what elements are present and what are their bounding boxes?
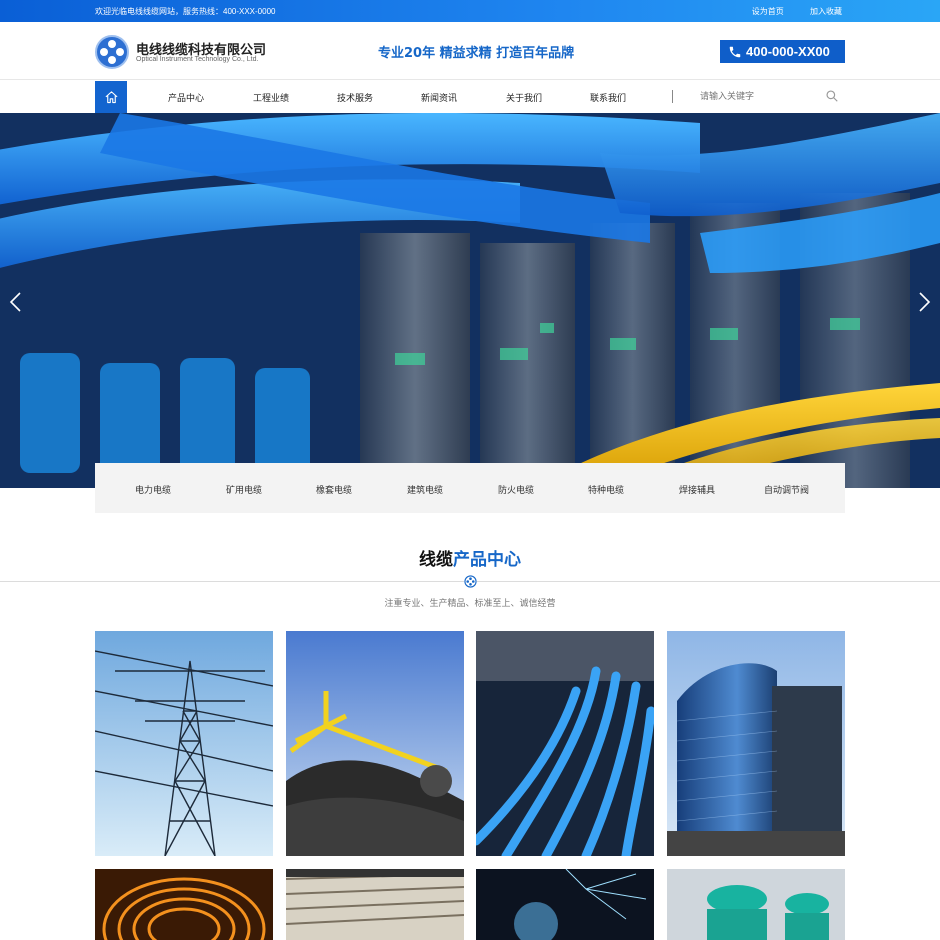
product-card[interactable] — [476, 869, 654, 940]
top-links: 设为首页 加入收藏 — [728, 6, 842, 17]
product-card[interactable] — [476, 631, 654, 856]
brand-english-name: Optical Instrument Technology Co., Ltd. — [136, 56, 259, 63]
set-home-link[interactable]: 设为首页 — [752, 7, 784, 16]
product-card[interactable] — [95, 631, 273, 856]
product-card[interactable] — [667, 631, 845, 856]
home-button[interactable] — [95, 81, 127, 113]
main-nav: 产品中心 工程业绩 技术服务 新闻资讯 关于我们 联系我们 — [0, 81, 940, 113]
product-card[interactable] — [95, 869, 273, 940]
product-image-welding — [476, 869, 654, 940]
welcome-text: 欢迎光临电线线缆网站，服务热线：400-XXX-0000 — [95, 7, 276, 16]
search-icon[interactable] — [825, 89, 839, 103]
hero-banner — [0, 113, 940, 488]
add-favorite-link[interactable]: 加入收藏 — [810, 7, 842, 16]
category-fireproof-cable[interactable]: 防火电缆 — [498, 483, 534, 496]
section-title-prefix: 线缆 — [419, 550, 453, 570]
chevron-right-icon[interactable] — [916, 291, 932, 313]
product-image-valves — [667, 869, 845, 940]
product-image-building — [667, 631, 845, 856]
category-special-cable[interactable]: 特种电缆 — [588, 483, 624, 496]
banner-image — [0, 113, 940, 488]
section-subtitle: 注重专业、生产精品、标准至上、诚信经营 — [384, 598, 556, 608]
top-bar: 欢迎光临电线线缆网站，服务热线：400-XXX-0000 设为首页 加入收藏 — [0, 0, 940, 22]
category-building-cable[interactable]: 建筑电缆 — [407, 483, 443, 496]
product-image-power-tower — [95, 631, 273, 856]
search-input[interactable] — [700, 91, 820, 101]
section-title: 线缆产品中心 — [0, 545, 940, 570]
product-image-copper-coil — [95, 869, 273, 940]
phone-icon — [729, 46, 741, 57]
nav-item-contact[interactable]: 联系我们 — [590, 91, 626, 104]
nav-item-projects[interactable]: 工程业绩 — [253, 91, 289, 104]
nav-item-services[interactable]: 技术服务 — [337, 91, 373, 104]
product-image-ceiling — [286, 869, 464, 940]
nav-item-products[interactable]: 产品中心 — [168, 91, 204, 104]
category-welding-tools[interactable]: 焊接辅具 — [679, 483, 715, 496]
category-power-cable[interactable]: 电力电缆 — [135, 483, 171, 496]
site-header: 电线线缆科技有限公司 Optical Instrument Technology… — [0, 22, 940, 80]
cable-reel-icon[interactable] — [95, 35, 129, 69]
product-image-network-cables — [476, 631, 654, 856]
slogan: 专业20年 精益求精 打造百年品牌 — [378, 46, 575, 61]
cable-reel-icon — [464, 575, 477, 588]
product-card[interactable] — [667, 869, 845, 940]
category-mining-cable[interactable]: 矿用电缆 — [226, 483, 262, 496]
category-control-valve[interactable]: 自动调节阀 — [764, 483, 809, 496]
hotline-number: 400-000-XX00 — [746, 44, 830, 59]
nav-divider — [672, 90, 673, 103]
product-card[interactable] — [286, 631, 464, 856]
home-icon — [105, 90, 117, 103]
product-image-mining — [286, 631, 464, 856]
category-rubber-cable[interactable]: 橡套电缆 — [316, 483, 352, 496]
category-strip: 电力电缆 矿用电缆 橡套电缆 建筑电缆 防火电缆 特种电缆 焊接辅具 自动调节阀 — [95, 463, 845, 513]
product-card[interactable] — [286, 869, 464, 940]
hotline-badge: 400-000-XX00 — [720, 40, 845, 63]
chevron-left-icon[interactable] — [8, 291, 24, 313]
nav-item-about[interactable]: 关于我们 — [506, 91, 542, 104]
section-title-main: 产品中心 — [453, 550, 521, 570]
nav-item-news[interactable]: 新闻资讯 — [421, 91, 457, 104]
